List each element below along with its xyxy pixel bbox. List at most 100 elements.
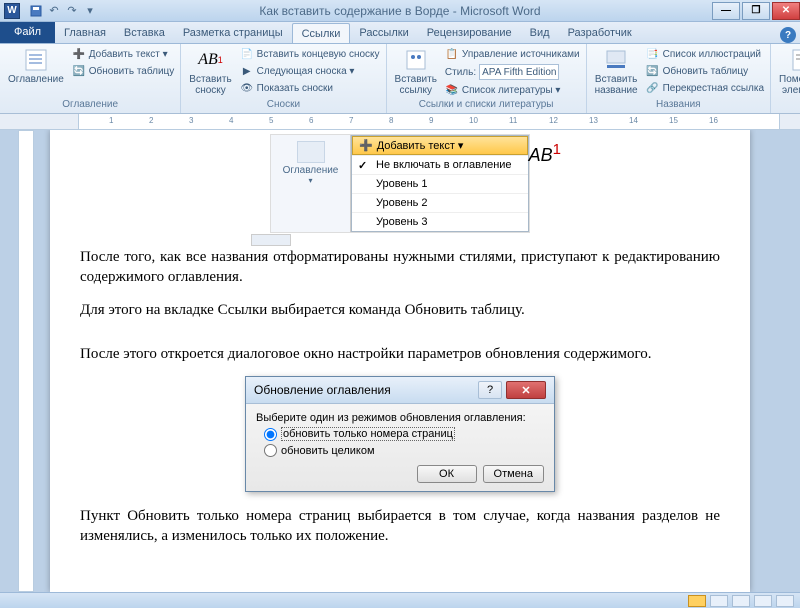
insert-citation-button[interactable]: Вставить ссылку [391,46,441,98]
dialog-help-button[interactable]: ? [478,381,502,399]
view-draft-button[interactable] [776,595,794,607]
footnote-ab-icon: AB1 [529,141,561,166]
ruler-tick: 6 [309,116,313,125]
qat-more-icon[interactable]: ▾ [82,3,98,19]
radio-label-entire: обновить целиком [281,445,375,457]
table-of-figures-button[interactable]: 📑Список иллюстраций [644,46,766,62]
vertical-ruler[interactable] [18,130,34,592]
dropdown-item-level1[interactable]: Уровень 1 [352,174,528,193]
radio-entire[interactable]: обновить целиком [264,444,544,457]
help-icon[interactable]: ? [780,27,796,43]
insert-caption-button[interactable]: Вставить название [591,46,642,98]
group-citations: Вставить ссылку 📋Управление источниками … [387,44,587,113]
ruler-tick: 13 [589,116,598,125]
paragraph-4: Пункт Обновить только номера страниц выб… [80,506,720,547]
dialog-titlebar: Обновление оглавления ? ✕ [246,377,554,404]
mark-icon [789,48,800,72]
bibliography-button[interactable]: 📚Список литературы ▾ [443,82,582,98]
ruler-tick: 9 [429,116,433,125]
statusbar [0,592,800,608]
paragraph-3: После этого откроется диалоговое окно на… [80,344,720,364]
titlebar: W ↶ ↷ ▾ Как вставить содержание в Ворде … [0,0,800,22]
tab-review[interactable]: Рецензирование [418,23,521,43]
style-combo-row: Стиль:APA Fifth Edition [443,63,582,81]
view-web-button[interactable] [732,595,750,607]
radio-label-pages: обновить только номера страниц [281,427,455,441]
paragraph-1: После того, как все названия отформатиро… [80,247,720,288]
citation-label: Вставить ссылку [395,74,437,96]
refresh-icon: 🔄 [646,64,660,78]
next-footnote-button[interactable]: ▶Следующая сноска ▾ [238,63,382,79]
update-figures-button[interactable]: 🔄Обновить таблицу [644,63,766,79]
endnote-icon: 📄 [240,47,254,61]
radio-input-pages[interactable] [264,428,277,441]
cross-reference-button[interactable]: 🔗Перекрестная ссылка [644,80,766,96]
dialog-close-button[interactable]: ✕ [506,381,546,399]
undo-icon[interactable]: ↶ [46,3,62,19]
group-footnotes: AB1 Вставить сноску 📄Вставить концевую с… [181,44,386,113]
radio-page-numbers[interactable]: обновить только номера страниц [264,427,544,441]
redo-icon[interactable]: ↷ [64,3,80,19]
refresh-icon: 🔄 [72,64,86,78]
style-combo[interactable]: APA Fifth Edition [479,64,559,80]
ruler-tick: 2 [149,116,153,125]
paragraph-2: Для этого на вкладке Ссылки выбирается к… [80,300,720,320]
tab-view[interactable]: Вид [521,23,559,43]
citation-icon [404,48,428,72]
dropdown-item-exclude[interactable]: Не включать в оглавление [352,155,528,174]
view-read-button[interactable] [710,595,728,607]
dropdown-header[interactable]: ➕Добавить текст ▾ [352,136,528,155]
insert-footnote-button[interactable]: AB1 Вставить сноску [185,46,235,98]
caption-icon [604,48,628,72]
ruler-tick: 15 [669,116,678,125]
manage-sources-button[interactable]: 📋Управление источниками [443,46,582,62]
save-icon[interactable] [28,3,44,19]
tab-developer[interactable]: Разработчик [559,23,641,43]
group-label: Предметный указатель [775,99,800,111]
ruler-tick: 8 [389,116,393,125]
show-icon: 👁 [240,81,254,95]
update-table-button[interactable]: 🔄Обновить таблицу [70,63,177,79]
tab-file[interactable]: Файл [0,21,55,43]
ruler-tick: 10 [469,116,478,125]
app-icon: W [4,3,20,19]
document-workspace: Оглавление ▾ ➕Добавить текст ▾ Не включа… [0,130,800,592]
toc-label: Оглавление [8,74,64,85]
radio-input-entire[interactable] [264,444,277,457]
close-button[interactable]: ✕ [772,2,800,20]
dialog-title: Обновление оглавления [254,383,478,397]
ok-button[interactable]: ОК [417,465,477,483]
tab-insert[interactable]: Вставка [115,23,174,43]
add-text-dropdown: ➕Добавить текст ▾ Не включать в оглавлен… [351,135,529,232]
show-notes-button[interactable]: 👁Показать сноски [238,80,382,96]
ruler-tick: 12 [549,116,558,125]
tab-references[interactable]: Ссылки [292,23,351,43]
maximize-button[interactable]: ❐ [742,2,770,20]
group-toc: Оглавление ➕Добавить текст ▾ 🔄Обновить т… [0,44,181,113]
insert-endnote-button[interactable]: 📄Вставить концевую сноску [238,46,382,62]
ruler-tick: 3 [189,116,193,125]
update-toc-dialog: Обновление оглавления ? ✕ Выберите один … [245,376,555,492]
horizontal-ruler[interactable]: 12345678910111213141516 [0,114,800,130]
view-print-button[interactable] [688,595,706,607]
add-text-button[interactable]: ➕Добавить текст ▾ [70,46,177,62]
biblio-icon: 📚 [445,83,459,97]
dropdown-item-level3[interactable]: Уровень 3 [352,212,528,231]
sources-icon: 📋 [445,47,459,61]
toc-button[interactable]: Оглавление [4,46,68,87]
mark-entry-button[interactable]: Пометить элемент [775,46,800,98]
dropdown-item-level2[interactable]: Уровень 2 [352,193,528,212]
view-outline-button[interactable] [754,595,772,607]
minimize-button[interactable]: — [712,2,740,20]
ruler-tick: 1 [109,116,113,125]
tab-home[interactable]: Главная [55,23,115,43]
tab-pagelayout[interactable]: Разметка страницы [174,23,292,43]
mini-ruler-icon [251,234,291,246]
mini-toc-label: Оглавление [275,165,346,176]
mini-toc-panel: Оглавление ▾ [271,135,351,232]
group-index: Пометить элемент 📇Предметный указатель 🔄… [771,44,800,113]
caption-label: Вставить название [595,74,638,96]
plus-icon: ➕ [72,47,86,61]
cancel-button[interactable]: Отмена [483,465,544,483]
tab-mailings[interactable]: Рассылки [350,23,417,43]
